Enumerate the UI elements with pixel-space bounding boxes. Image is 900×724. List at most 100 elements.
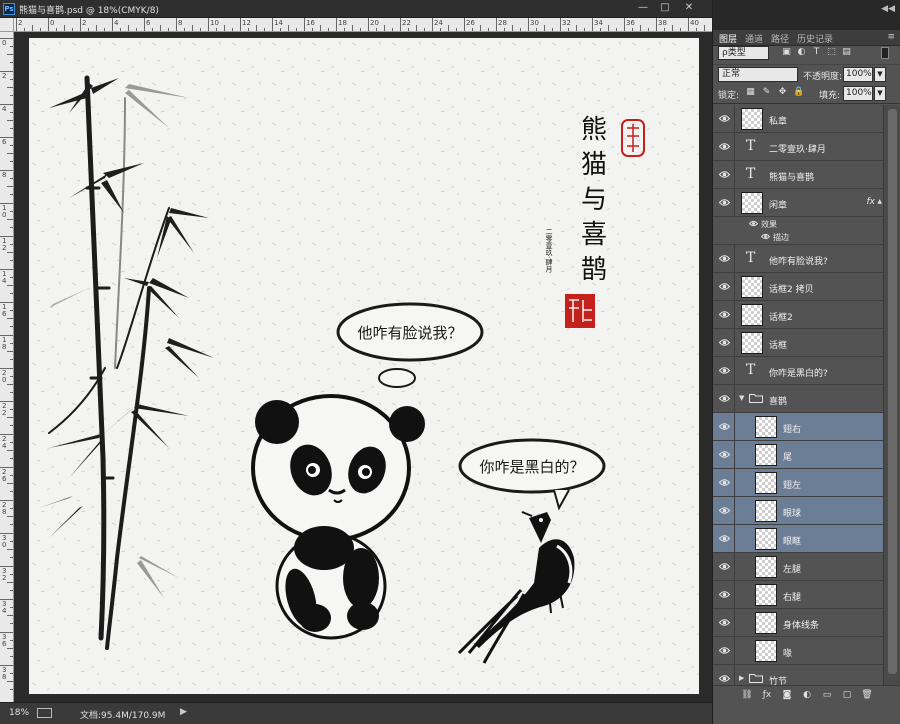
- ruler-origin[interactable]: [0, 18, 14, 32]
- layer-row[interactable]: 右腿: [713, 581, 883, 609]
- layer-thumbnail[interactable]: [755, 472, 777, 494]
- layer-row[interactable]: 眼球: [713, 497, 883, 525]
- layer-name[interactable]: 他咋有脸说我?: [769, 254, 828, 267]
- tab-paths[interactable]: 路径: [771, 32, 789, 45]
- vertical-ruler[interactable]: 0 2 4 6 8 10 12 14 16 18 20 22 24 26 28 30 32 34 36 38: [0, 32, 14, 702]
- eye-icon[interactable]: [718, 310, 731, 319]
- eye-icon[interactable]: [718, 590, 731, 599]
- visibility-toggle[interactable]: [713, 357, 735, 384]
- eye-icon[interactable]: [718, 646, 731, 655]
- text-layer-row[interactable]: T 他咋有脸说我?: [713, 245, 883, 273]
- opacity-input[interactable]: 100%: [843, 67, 873, 82]
- add-layer-style-icon[interactable]: ƒx: [761, 689, 773, 701]
- visibility-toggle[interactable]: [713, 329, 735, 356]
- visibility-toggle[interactable]: [713, 245, 735, 272]
- document-title-bar[interactable]: Ps 熊猫与喜鹊.psd @ 18%(CMYK/8) — □ ✕: [0, 0, 712, 18]
- layer-name[interactable]: 私章: [769, 114, 787, 127]
- tab-layers[interactable]: 图层: [719, 32, 737, 45]
- adjustment-layer-icon[interactable]: ◐: [801, 689, 813, 701]
- layer-name[interactable]: 身体线条: [783, 618, 819, 631]
- text-layer-row[interactable]: T 熊猫与喜鹊: [713, 161, 883, 189]
- layer-name[interactable]: 喙: [783, 646, 792, 659]
- visibility-toggle[interactable]: [713, 301, 735, 328]
- text-layer-row[interactable]: T 你咋是黑白的?: [713, 357, 883, 385]
- opacity-dropdown-icon[interactable]: ▼: [874, 67, 886, 82]
- eye-icon[interactable]: [718, 366, 731, 375]
- effects-collapse-icon[interactable]: ▲: [877, 198, 882, 205]
- maximize-button[interactable]: □: [658, 2, 672, 15]
- layer-effects-icon[interactable]: fx: [867, 197, 876, 207]
- layer-name[interactable]: 话框: [769, 338, 787, 351]
- layer-group-row[interactable]: ▶ 竹节: [713, 665, 883, 685]
- lock-pixels-icon[interactable]: ✎: [761, 87, 772, 98]
- new-group-icon[interactable]: ▭: [821, 689, 833, 701]
- layer-name[interactable]: 闲章: [769, 198, 787, 211]
- visibility-toggle[interactable]: [713, 133, 735, 160]
- fill-dropdown-icon[interactable]: ▼: [874, 86, 886, 101]
- layer-name[interactable]: 竹节: [769, 674, 787, 685]
- layer-thumbnail[interactable]: [755, 612, 777, 634]
- collapse-panels-icon[interactable]: ◀◀: [881, 4, 895, 14]
- layer-name[interactable]: 眼球: [783, 506, 801, 519]
- link-layers-icon[interactable]: ⛓: [741, 689, 753, 701]
- visibility-toggle[interactable]: [713, 441, 735, 468]
- lock-transparency-icon[interactable]: ▦: [745, 87, 756, 98]
- eye-icon[interactable]: [718, 562, 731, 571]
- layer-name[interactable]: 熊猫与喜鹊: [769, 170, 814, 183]
- effects-row[interactable]: 效果: [713, 217, 883, 231]
- layer-thumbnail[interactable]: [741, 332, 763, 354]
- eye-icon[interactable]: [718, 534, 731, 543]
- layer-thumbnail[interactable]: [755, 500, 777, 522]
- document-info-icon[interactable]: [37, 708, 52, 718]
- filter-shape-icon[interactable]: ⬚: [826, 47, 837, 58]
- close-button[interactable]: ✕: [682, 2, 696, 15]
- effect-eye-icon[interactable]: [760, 233, 771, 240]
- layer-row[interactable]: 左腿: [713, 553, 883, 581]
- canvas-area[interactable]: 熊 猫 与 喜 鹊 二零壹玖·肆月 他咋有脸说我？ 你咋是黑白的？: [15, 32, 712, 702]
- tab-channels[interactable]: 通道: [745, 32, 763, 45]
- visibility-toggle[interactable]: [713, 637, 735, 664]
- layer-thumbnail[interactable]: [741, 192, 763, 214]
- filter-adjustment-icon[interactable]: ◐: [796, 47, 807, 58]
- effect-stroke-row[interactable]: 描边: [713, 230, 883, 244]
- layer-group-row[interactable]: ▼ 喜鹊: [713, 385, 883, 413]
- lock-all-icon[interactable]: 🔒: [793, 87, 804, 98]
- text-layer-row[interactable]: T 二零壹玖·肆月: [713, 133, 883, 161]
- new-layer-icon[interactable]: ▢: [841, 689, 853, 701]
- layer-row[interactable]: 翅右: [713, 413, 883, 441]
- layer-name[interactable]: 二零壹玖·肆月: [769, 142, 826, 155]
- filter-toggle-switch[interactable]: [881, 47, 889, 59]
- eye-icon[interactable]: [718, 394, 731, 403]
- eye-icon[interactable]: [718, 450, 731, 459]
- effect-eye-icon[interactable]: [748, 220, 759, 227]
- visibility-toggle[interactable]: [713, 189, 735, 216]
- expand-group-chevron-down-icon[interactable]: ▼: [739, 394, 744, 402]
- visibility-toggle[interactable]: [713, 161, 735, 188]
- status-menu-arrow-icon[interactable]: ▶: [180, 707, 187, 717]
- visibility-toggle[interactable]: [713, 581, 735, 608]
- layer-row[interactable]: 尾: [713, 441, 883, 469]
- delete-layer-icon[interactable]: 🗑: [861, 689, 873, 701]
- eye-icon[interactable]: [718, 338, 731, 347]
- eye-icon[interactable]: [718, 422, 731, 431]
- visibility-toggle[interactable]: [713, 497, 735, 524]
- layer-row[interactable]: 话框: [713, 329, 883, 357]
- layer-thumbnail[interactable]: [741, 276, 763, 298]
- layer-name[interactable]: 左腿: [783, 562, 801, 575]
- layers-scrollbar[interactable]: [883, 105, 900, 685]
- expand-group-chevron-right-icon[interactable]: ▶: [739, 674, 744, 682]
- layer-thumbnail[interactable]: [755, 416, 777, 438]
- lock-position-icon[interactable]: ✥: [777, 87, 788, 98]
- artboard[interactable]: 熊 猫 与 喜 鹊 二零壹玖·肆月 他咋有脸说我？ 你咋是黑白的？: [29, 38, 699, 694]
- eye-icon[interactable]: [718, 282, 731, 291]
- blend-mode-select[interactable]: 正常: [718, 67, 798, 82]
- layer-row[interactable]: 身体线条: [713, 609, 883, 637]
- layer-row[interactable]: 翅左: [713, 469, 883, 497]
- visibility-toggle[interactable]: [713, 553, 735, 580]
- eye-icon[interactable]: [718, 506, 731, 515]
- layer-thumbnail[interactable]: [755, 528, 777, 550]
- layer-name[interactable]: 右腿: [783, 590, 801, 603]
- fill-input[interactable]: 100%: [843, 86, 873, 101]
- filter-smart-object-icon[interactable]: ▤: [841, 47, 852, 58]
- add-mask-icon[interactable]: ◙: [781, 689, 793, 701]
